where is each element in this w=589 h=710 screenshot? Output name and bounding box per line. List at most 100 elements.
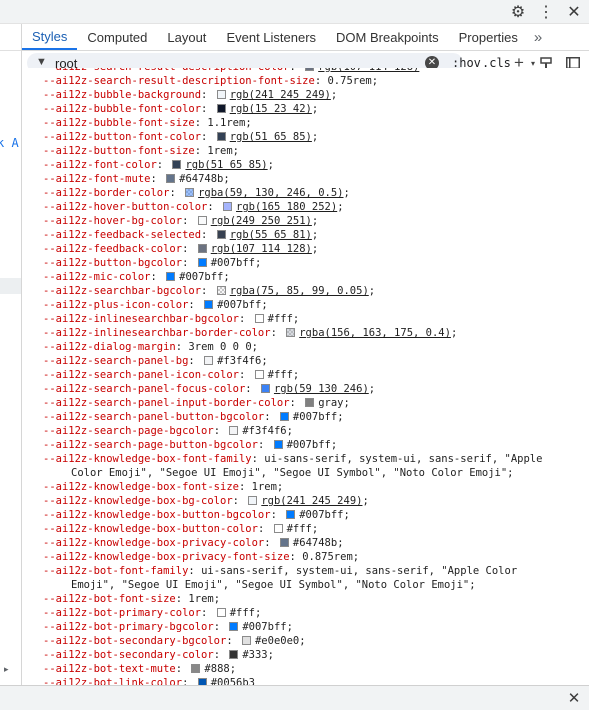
property-name[interactable]: --ai12z-hover-button-color: [43, 201, 207, 213]
color-swatch[interactable]: [204, 356, 214, 365]
property-name[interactable]: --ai12z-font-color: [43, 159, 157, 171]
color-swatch[interactable]: [172, 160, 182, 169]
property-name[interactable]: --ai12z-search-panel-icon-color: [43, 369, 239, 381]
property-name[interactable]: --ai12z-bot-primary-bgcolor: [43, 621, 214, 633]
css-property-row[interactable]: --ai12z-feedback-color: rgb(107 114 128)…: [22, 242, 589, 256]
property-value[interactable]: 3rem 0 0 0: [188, 341, 251, 353]
property-name[interactable]: --ai12z-bubble-background: [43, 89, 201, 101]
property-name[interactable]: --ai12z-button-font-color: [43, 131, 201, 143]
property-value-continued[interactable]: Emoji", "Segoe UI Emoji", "Segoe UI Symb…: [71, 579, 476, 591]
property-name[interactable]: --ai12z-search-panel-input-border-color: [43, 397, 290, 409]
property-name[interactable]: --ai12z-bot-primary-color: [43, 607, 201, 619]
color-swatch[interactable]: [197, 244, 207, 253]
color-swatch[interactable]: [166, 174, 176, 183]
property-value[interactable]: rgba(75, 85, 99, 0.05): [230, 285, 369, 297]
css-property-row[interactable]: --ai12z-search-page-bgcolor: #f3f4f6;: [22, 424, 589, 438]
css-property-row[interactable]: --ai12z-search-page-button-bgcolor: #007…: [22, 438, 589, 452]
css-property-row[interactable]: --ai12z-font-color: rgb(51 65 85);: [22, 158, 589, 172]
property-value[interactable]: 1rem: [188, 593, 213, 605]
property-name[interactable]: --ai12z-inlinesearchbar-bgcolor: [43, 313, 239, 325]
kebab-menu-icon[interactable]: ⋮: [535, 1, 557, 23]
css-property-row[interactable]: --ai12z-knowledge-box-bg-color: rgb(241 …: [22, 494, 589, 508]
property-name[interactable]: --ai12z-button-font-size: [43, 145, 195, 157]
color-swatch[interactable]: [185, 188, 195, 197]
selected-node-highlight[interactable]: [0, 278, 21, 294]
css-property-row[interactable]: --ai12z-bubble-font-color: rgb(15 23 42)…: [22, 102, 589, 116]
css-property-row[interactable]: --ai12z-search-result-description-font-s…: [22, 74, 589, 88]
color-swatch[interactable]: [241, 636, 251, 645]
color-swatch[interactable]: [197, 216, 207, 225]
css-property-row[interactable]: --ai12z-knowledge-box-privacy-color: #64…: [22, 536, 589, 550]
tab-layout[interactable]: Layout: [157, 24, 216, 50]
property-name[interactable]: --ai12z-bot-font-size: [43, 593, 176, 605]
property-value[interactable]: #fff: [268, 313, 293, 325]
property-name[interactable]: --ai12z-knowledge-box-privacy-color: [43, 537, 264, 549]
css-property-row[interactable]: --ai12z-search-panel-focus-color: rgb(59…: [22, 382, 589, 396]
property-value[interactable]: #007bff: [211, 257, 255, 269]
property-value[interactable]: #007bff: [293, 411, 337, 423]
property-value[interactable]: #007bff: [242, 621, 286, 633]
color-swatch[interactable]: [216, 230, 226, 239]
color-swatch[interactable]: [260, 384, 270, 393]
property-value[interactable]: #64748b: [293, 537, 337, 549]
property-value[interactable]: #007bff: [299, 509, 343, 521]
css-property-row[interactable]: --ai12z-mic-color: #007bff;: [22, 270, 589, 284]
property-name[interactable]: --ai12z-search-panel-focus-color: [43, 383, 245, 395]
property-name[interactable]: --ai12z-feedback-selected: [43, 229, 201, 241]
property-value[interactable]: 1rem: [252, 481, 277, 493]
color-swatch[interactable]: [197, 258, 207, 267]
property-name[interactable]: --ai12z-bot-text-mute: [43, 663, 176, 675]
css-property-row[interactable]: --ai12z-dialog-margin: 3rem 0 0 0;: [22, 340, 589, 354]
property-value[interactable]: rgb(51 65 85): [185, 159, 267, 171]
property-name[interactable]: --ai12z-font-mute: [43, 173, 150, 185]
property-name[interactable]: --ai12z-search-result-description-color: [43, 68, 290, 73]
property-value[interactable]: rgb(165 180 252): [236, 201, 337, 213]
css-property-row[interactable]: --ai12z-search-panel-bg: #f3f4f6;: [22, 354, 589, 368]
css-property-row[interactable]: --ai12z-knowledge-box-button-color: #fff…: [22, 522, 589, 536]
property-name[interactable]: --ai12z-knowledge-box-font-family: [43, 453, 252, 465]
color-swatch[interactable]: [305, 68, 315, 71]
property-value[interactable]: rgb(59 130 246): [274, 383, 369, 395]
property-name[interactable]: --ai12z-bubble-font-color: [43, 103, 201, 115]
property-name[interactable]: --ai12z-knowledge-box-font-size: [43, 481, 239, 493]
css-property-row[interactable]: --ai12z-search-panel-button-bgcolor: #00…: [22, 410, 589, 424]
css-property-row[interactable]: --ai12z-bot-secondary-color: #333;: [22, 648, 589, 662]
property-name[interactable]: --ai12z-dialog-margin: [43, 341, 176, 353]
color-swatch[interactable]: [286, 328, 296, 337]
property-name[interactable]: --ai12z-knowledge-box-button-bgcolor: [43, 509, 271, 521]
css-property-row[interactable]: --ai12z-border-color: rgba(59, 130, 246,…: [22, 186, 589, 200]
property-value-continued[interactable]: Color Emoji", "Segoe UI Emoji", "Segoe U…: [71, 467, 514, 479]
property-name[interactable]: --ai12z-search-panel-button-bgcolor: [43, 411, 264, 423]
property-name[interactable]: --ai12z-feedback-color: [43, 243, 182, 255]
tab-dom-breakpoints[interactable]: DOM Breakpoints: [326, 24, 449, 50]
color-swatch[interactable]: [254, 370, 264, 379]
property-value[interactable]: 1.1rem: [207, 117, 245, 129]
property-value[interactable]: #fff: [287, 523, 312, 535]
expand-arrow-icon[interactable]: ▸: [4, 664, 9, 675]
property-value[interactable]: rgb(51 65 85): [230, 131, 312, 143]
color-swatch[interactable]: [305, 398, 315, 407]
property-name[interactable]: --ai12z-knowledge-box-bg-color: [43, 495, 233, 507]
tab-properties[interactable]: Properties: [449, 24, 528, 50]
color-swatch[interactable]: [248, 496, 258, 505]
tab-overflow-chevron-icon[interactable]: »: [528, 24, 548, 50]
css-property-row[interactable]: --ai12z-bot-font-family: ui-sans-serif, …: [22, 564, 589, 592]
css-property-row[interactable]: --ai12z-button-font-size: 1rem;: [22, 144, 589, 158]
color-swatch[interactable]: [216, 132, 226, 141]
css-property-row[interactable]: --ai12z-inlinesearchbar-border-color: rg…: [22, 326, 589, 340]
css-property-row[interactable]: --ai12z-bot-link-color: #0056b3: [22, 676, 589, 685]
css-property-row[interactable]: --ai12z-font-mute: #64748b;: [22, 172, 589, 186]
property-value[interactable]: #f3f4f6: [217, 355, 261, 367]
property-value[interactable]: rgb(107 114 128): [318, 68, 419, 73]
property-value[interactable]: #0056b3: [211, 677, 255, 685]
property-name[interactable]: --ai12z-mic-color: [43, 271, 150, 283]
property-value[interactable]: rgb(55 65 81): [230, 229, 312, 241]
gear-icon[interactable]: ⚙: [507, 1, 529, 23]
css-property-row[interactable]: --ai12z-bot-primary-color: #fff;: [22, 606, 589, 620]
property-name[interactable]: --ai12z-bubble-font-size: [43, 117, 195, 129]
color-swatch[interactable]: [254, 314, 264, 323]
property-value[interactable]: #007bff: [287, 439, 331, 451]
property-name[interactable]: --ai12z-button-bgcolor: [43, 257, 182, 269]
property-value[interactable]: rgb(107 114 128): [211, 243, 312, 255]
property-name[interactable]: --ai12z-border-color: [43, 187, 169, 199]
